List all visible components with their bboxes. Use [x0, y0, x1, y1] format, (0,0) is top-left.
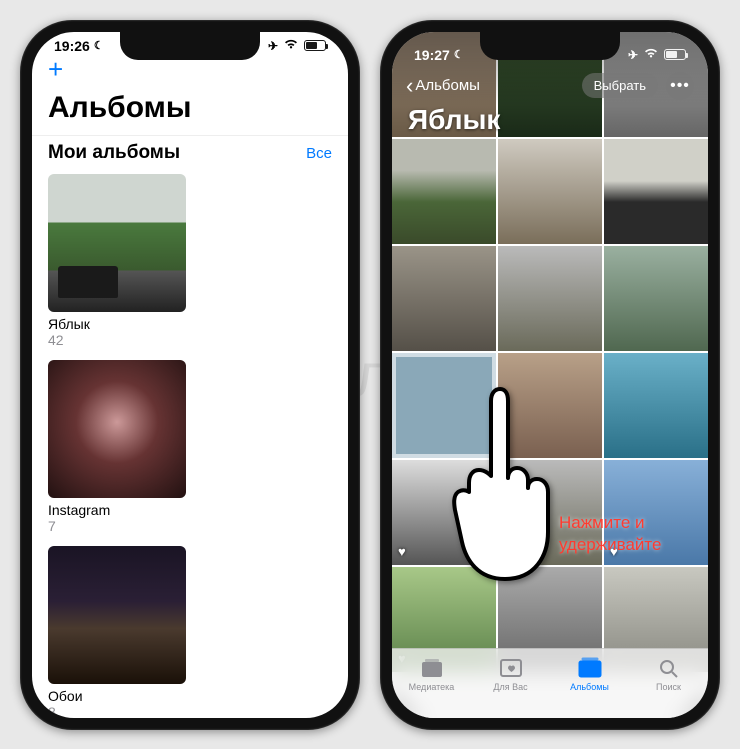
photo-thumbnail[interactable]	[604, 353, 708, 458]
tab-bar: Медиатека Для Вас Альбомы Поиск	[392, 648, 708, 718]
more-button[interactable]: •••	[666, 72, 694, 100]
search-icon	[656, 657, 682, 679]
photo-thumbnail[interactable]: ♥	[392, 460, 496, 565]
status-time: 19:27	[414, 47, 450, 63]
photo-thumbnail[interactable]	[392, 139, 496, 244]
battery-icon	[664, 49, 686, 60]
album-name: Instagram	[48, 502, 186, 518]
airplane-icon: ✈	[628, 48, 638, 62]
tab-for-you[interactable]: Для Вас	[471, 649, 550, 718]
album-item[interactable]: Instagram 7	[48, 360, 186, 534]
tab-albums[interactable]: Альбомы	[550, 649, 629, 718]
dnd-icon: ☾	[94, 39, 104, 52]
notch	[480, 32, 620, 60]
hint-text: Нажмите и удерживайте	[559, 512, 661, 556]
wifi-icon	[643, 47, 659, 62]
tab-library[interactable]: Медиатека	[392, 649, 471, 718]
phone-left: 19:26 ☾ ✈ + Альбомы Мои альбомы Все Яблы…	[20, 20, 360, 730]
album-grid: Яблык 42 Instagram 7 Обои 8	[32, 170, 348, 718]
tab-label: Для Вас	[493, 682, 527, 692]
album-name: Обои	[48, 688, 186, 704]
album-title: Яблык	[408, 104, 500, 136]
notch	[120, 32, 260, 60]
album-thumbnail	[48, 360, 186, 498]
tab-label: Поиск	[656, 682, 681, 692]
album-count: 42	[48, 332, 186, 348]
photo-thumbnail[interactable]	[392, 246, 496, 351]
tab-label: Медиатека	[409, 682, 455, 692]
wifi-icon	[283, 38, 299, 53]
album-detail-view: ♥ ♥ ♥ 19:27 ☾ ✈	[392, 32, 708, 718]
photo-thumbnail[interactable]	[498, 353, 602, 458]
select-button[interactable]: Выбрать	[582, 73, 658, 98]
chevron-left-icon: ‹	[406, 75, 413, 97]
tab-search[interactable]: Поиск	[629, 649, 708, 718]
album-count: 7	[48, 518, 186, 534]
page-title: Альбомы	[32, 87, 348, 135]
screen-left: 19:26 ☾ ✈ + Альбомы Мои альбомы Все Яблы…	[32, 32, 348, 718]
photo-thumbnail[interactable]	[604, 139, 708, 244]
album-thumbnail	[48, 174, 186, 312]
screen-right: ♥ ♥ ♥ 19:27 ☾ ✈	[392, 32, 708, 718]
photo-thumbnail-selected[interactable]	[392, 353, 496, 458]
section-my-albums: Мои альбомы Все	[32, 135, 348, 170]
albums-icon	[577, 657, 603, 679]
dnd-icon: ☾	[454, 48, 464, 61]
album-item[interactable]: Обои 8	[48, 546, 186, 718]
photo-thumbnail[interactable]	[498, 139, 602, 244]
photo-thumbnail[interactable]	[498, 246, 602, 351]
heart-icon	[498, 657, 524, 679]
album-thumbnail	[48, 546, 186, 684]
phone-right: ♥ ♥ ♥ 19:27 ☾ ✈	[380, 20, 720, 730]
library-icon	[419, 657, 445, 679]
ellipsis-icon: •••	[670, 77, 690, 95]
photo-thumbnail[interactable]	[604, 246, 708, 351]
show-all-button[interactable]: Все	[306, 145, 332, 162]
album-count: 8	[48, 704, 186, 718]
airplane-icon: ✈	[268, 39, 278, 53]
back-button[interactable]: ‹ Альбомы	[406, 75, 480, 97]
battery-icon	[304, 40, 326, 51]
album-item[interactable]: Яблык 42	[48, 174, 186, 348]
tab-label: Альбомы	[570, 682, 609, 692]
album-name: Яблык	[48, 316, 186, 332]
back-label: Альбомы	[415, 77, 480, 94]
favorite-icon: ♥	[398, 544, 406, 559]
status-time: 19:26	[54, 38, 90, 54]
add-button[interactable]: +	[48, 54, 63, 84]
section-title: Мои альбомы	[48, 142, 180, 164]
